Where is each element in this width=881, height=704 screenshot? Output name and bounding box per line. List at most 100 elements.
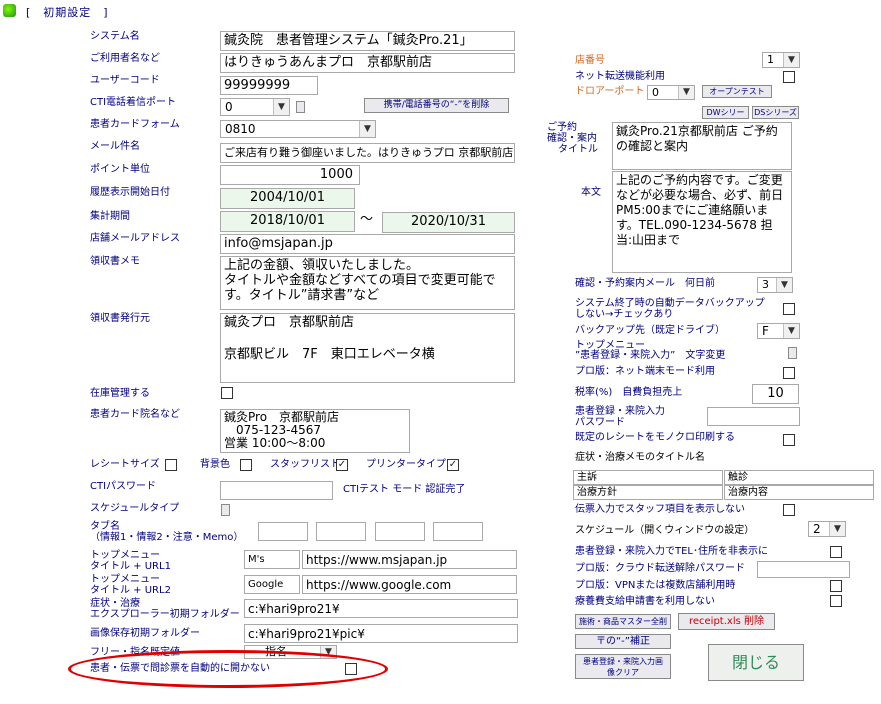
medical-form-checkbox[interactable] xyxy=(830,595,842,607)
url1-input[interactable]: https://www.msjapan.jp xyxy=(302,550,517,569)
point-unit-input[interactable]: 1000 xyxy=(220,165,360,185)
no-staff-checkbox[interactable] xyxy=(783,504,795,516)
shop-no-select[interactable]: 1 ▼ xyxy=(762,52,800,68)
drawer-port-label: ドロアーポート xyxy=(575,86,645,97)
cti-port-select[interactable]: 0 ▼ xyxy=(220,98,290,116)
period-label: 集計期間 xyxy=(90,211,130,222)
shop-mail-input[interactable]: info@msjapan.jp xyxy=(220,234,515,254)
user-code-label: ユーザーコード xyxy=(90,75,160,86)
dw-series-button[interactable]: DWシリーズ xyxy=(702,106,749,119)
explorer-folder-input[interactable]: c:¥hari9pro21¥ xyxy=(244,599,518,618)
tab-name-sublabel: （情報1・情報2・注意・Memo） xyxy=(90,532,244,543)
mail-subject-input[interactable]: ご来店有り難う御座いました。はりきゅうプロ 京都駅前店 xyxy=(220,143,515,163)
app-icon xyxy=(3,4,16,17)
master-delete-button[interactable]: 施術・商品マスター全削除 xyxy=(575,614,671,629)
schedule-type-small-button[interactable] xyxy=(221,504,230,516)
mono-print-checkbox[interactable] xyxy=(783,434,795,446)
user-name-input[interactable]: はりきゅうあんまプロ 京都駅前店 xyxy=(220,53,515,73)
memo-title-cell-1[interactable]: 主訴 xyxy=(573,470,723,485)
tab-name-input-1[interactable] xyxy=(258,522,308,541)
receipt-memo-label: 領収書メモ xyxy=(90,256,140,267)
bg-color-checkbox[interactable] xyxy=(240,459,252,471)
period-separator: ～ xyxy=(360,212,374,227)
schedule-window-select[interactable]: 2 ▼ xyxy=(808,521,846,537)
period-from-input[interactable]: 2018/10/01 xyxy=(220,211,355,232)
receipt-memo-input[interactable]: 上記の金額、領収いたしました。 タイトルや金額などすべての項目で変更可能です。タ… xyxy=(220,256,515,310)
net-transfer-checkbox[interactable] xyxy=(783,71,795,83)
tax-input[interactable]: 10 xyxy=(752,384,799,404)
fix-dash-button[interactable]: 〒の“-”補正 xyxy=(575,634,671,649)
memo-title-cell-3[interactable]: 治療方針 xyxy=(573,485,723,500)
vpn-checkbox[interactable] xyxy=(830,580,842,592)
auto-backup-label-2: しない→チェックあり xyxy=(575,309,674,320)
close-button[interactable]: 閉じる xyxy=(708,644,804,681)
receipt-issuer-label: 領収書発行元 xyxy=(90,313,150,324)
system-name-input[interactable]: 鍼灸院 患者管理システム「鍼灸Pro.21」 xyxy=(220,31,515,51)
shop-mail-label: 店舗メールアドレス xyxy=(90,233,180,244)
receipt-size-checkbox[interactable] xyxy=(165,459,177,471)
no-staff-label: 伝票入力でスタッフ項目を表示しない xyxy=(575,504,745,515)
bg-color-label: 背景色 xyxy=(200,459,230,470)
memo-title-cell-4[interactable]: 治療内容 xyxy=(724,485,874,500)
tab-name-input-2[interactable] xyxy=(316,522,366,541)
chevron-down-icon: ▼ xyxy=(783,324,799,338)
delete-dash-button[interactable]: 携帯/電話番号の“-”を削除 xyxy=(364,98,509,113)
body-label: 本文 xyxy=(581,187,601,198)
pro-net-label: プロ版：ネット端末モード利用 xyxy=(575,366,715,377)
drawer-port-select[interactable]: 0 ▼ xyxy=(647,85,695,100)
url2-input[interactable]: https://www.google.com xyxy=(302,575,517,594)
pro-net-checkbox[interactable] xyxy=(783,367,795,379)
reserve-days-select[interactable]: 3 ▼ xyxy=(757,277,793,293)
schedule-type-label: スケジュールタイプ xyxy=(90,503,180,514)
user-code-input[interactable]: 99999999 xyxy=(220,76,318,95)
url1-sublabel: タイトル + URL1 xyxy=(90,561,171,572)
memo-title-cell-2[interactable]: 触診 xyxy=(724,470,874,485)
history-start-label: 履歴表示開始日付 xyxy=(90,187,170,198)
staff-list-checkbox[interactable]: ✓ xyxy=(336,459,348,471)
period-to-input[interactable]: 2020/10/31 xyxy=(382,212,515,233)
system-name-label: システム名 xyxy=(90,31,140,42)
patient-pw-label-2: パスワード xyxy=(575,417,625,428)
image-folder-label: 画像保存初期フォルダー xyxy=(90,628,200,639)
open-test-button[interactable]: オープンテスト xyxy=(702,85,772,98)
top-menu-small-button[interactable] xyxy=(788,347,797,359)
stock-checkbox[interactable] xyxy=(221,387,233,399)
chevron-down-icon: ▼ xyxy=(359,121,375,137)
cti-port-small-button[interactable] xyxy=(296,101,305,113)
card-clinic-input[interactable]: 鍼灸Pro 京都駅前店 075-123-4567 営業 10:00～8:00 xyxy=(220,409,410,453)
net-transfer-label: ネット転送機能利用 xyxy=(575,71,665,82)
url1-title-input[interactable]: M's xyxy=(244,550,300,569)
schedule-window-label: スケジュール（開くウィンドウの設定） xyxy=(575,525,755,536)
card-form-select[interactable]: 0810 ▼ xyxy=(220,120,376,138)
image-folder-input[interactable]: c:¥hari9pro21¥pic¥ xyxy=(244,624,518,643)
cloud-pw-input[interactable] xyxy=(757,561,850,578)
cti-test-mode-link[interactable]: CTIテスト モード 認証完了 xyxy=(343,484,465,496)
receipt-issuer-input[interactable]: 鍼灸プロ 京都駅前店 京都駅ビル 7F 東口エレベータ横 xyxy=(220,313,515,383)
printer-type-checkbox[interactable]: ✓ xyxy=(447,459,459,471)
auto-backup-checkbox[interactable] xyxy=(783,303,795,315)
hide-tel-checkbox[interactable] xyxy=(830,546,842,558)
url2-title-input[interactable]: Google xyxy=(244,575,300,594)
history-start-input[interactable]: 2004/10/01 xyxy=(220,188,355,209)
backup-drive-select[interactable]: F ▼ xyxy=(757,323,800,339)
point-unit-label: ポイント単位 xyxy=(90,164,150,175)
patient-pw-input[interactable] xyxy=(707,407,800,426)
stock-label: 在庫管理する xyxy=(90,388,150,399)
tab-name-input-4[interactable] xyxy=(433,522,483,541)
cloud-pw-label: プロ版：クラウド転送解除パスワード xyxy=(575,563,745,574)
user-name-label: ご利用者名など xyxy=(90,53,160,64)
reserve-title-label-3: タイトル xyxy=(558,144,598,155)
red-annotation-ellipse xyxy=(68,650,388,688)
medical-form-label: 療養費支給申請書を利用しない xyxy=(575,596,715,607)
ds-series-button[interactable]: DSシリーズ xyxy=(752,106,799,119)
backup-drive-label: バックアップ先（既定ドライブ） xyxy=(575,325,725,336)
body-input[interactable]: 上記のご予約内容です。ご変更などが必要な場合、必ず、前日PM5:00までにご連絡… xyxy=(612,171,792,273)
tab-name-input-3[interactable] xyxy=(375,522,425,541)
printer-type-label: プリンタータイプ xyxy=(366,459,446,470)
clear-image-button[interactable]: 患者登録・来院入力画像クリア xyxy=(575,654,671,679)
receipt-delete-button[interactable]: receipt.xls 削除 xyxy=(678,613,775,630)
vpn-label: プロ版：VPNまたは複数店舗利用時 xyxy=(575,580,736,591)
reserve-title-input[interactable]: 鍼灸Pro.21京都駅前店 ご予約の確認と案内 xyxy=(612,122,792,170)
tax-label: 税率(%) 自費負担売上 xyxy=(575,387,683,398)
cti-password-input[interactable] xyxy=(220,481,333,500)
